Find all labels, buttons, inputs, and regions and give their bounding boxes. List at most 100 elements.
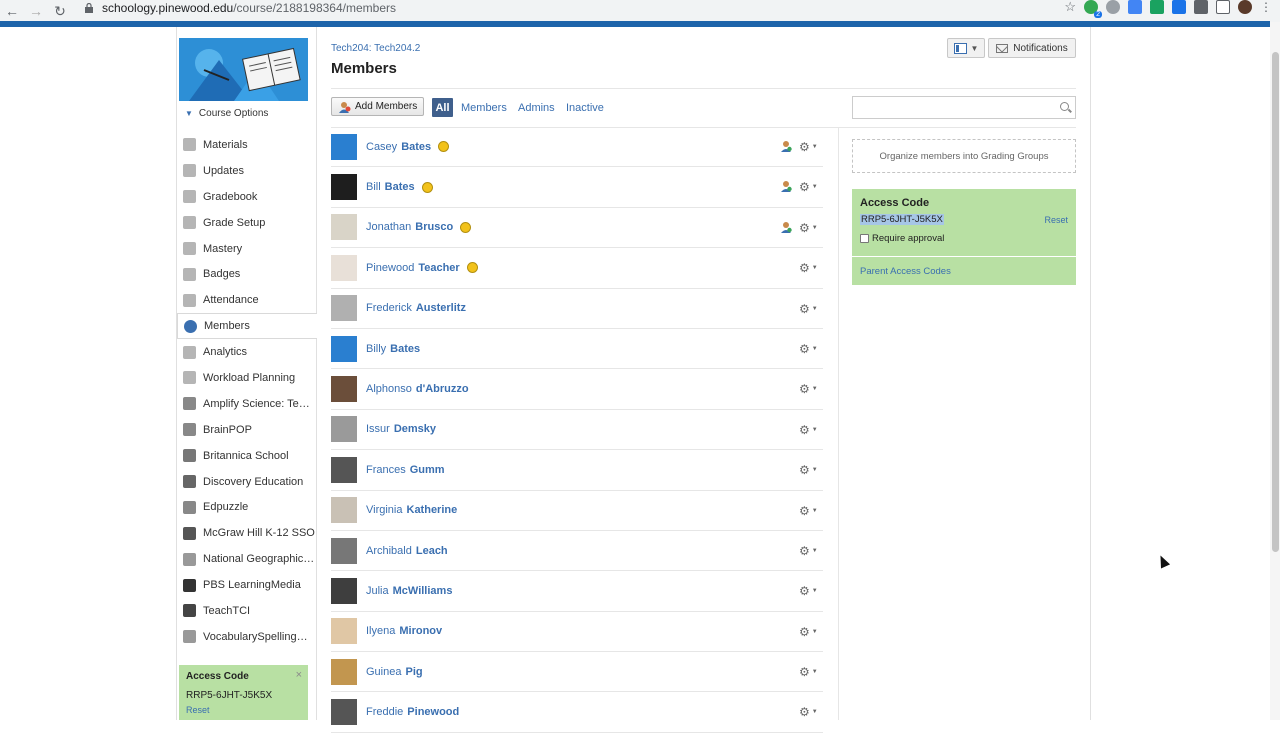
member-name-link[interactable]: Bill Bates (366, 181, 433, 193)
member-actions-gear-icon[interactable]: ⚙ ▼ (799, 705, 818, 719)
access-code-reset-link[interactable]: Reset (1044, 215, 1068, 225)
tab-inactive[interactable]: Inactive (566, 102, 604, 114)
member-name-link[interactable]: Jonathan Brusco (366, 221, 472, 233)
search-icon[interactable] (1060, 102, 1069, 111)
course-options-toggle[interactable]: ▼ Course Options (185, 108, 268, 119)
avatar[interactable] (331, 376, 357, 403)
avatar[interactable] (331, 658, 357, 685)
sidebar-item-analytics[interactable]: Analytics (177, 339, 317, 365)
sidebar-access-reset-link[interactable]: Reset (186, 705, 301, 715)
forward-icon[interactable]: → (24, 0, 48, 22)
member-actions-gear-icon[interactable]: ⚙ ▼ (799, 463, 818, 477)
sidebar-item-attendance[interactable]: Attendance (177, 287, 317, 313)
member-actions-gear-icon[interactable]: ⚙ ▼ (799, 180, 818, 194)
member-name-link[interactable]: Pinewood Teacher (366, 262, 478, 274)
member-actions-gear-icon[interactable]: ⚙ ▼ (799, 302, 818, 316)
member-name-link[interactable]: Julia McWilliams (366, 585, 452, 597)
member-actions-gear-icon[interactable]: ⚙ ▼ (799, 382, 818, 396)
sidebar-item-mcgraw-hill-k-12-sso[interactable]: McGraw Hill K-12 SSO (177, 520, 317, 546)
member-name-link[interactable]: Alphonso d'Abruzzo (366, 383, 469, 395)
sidebar-item-badges[interactable]: Badges (177, 261, 317, 287)
member-actions-gear-icon[interactable]: ⚙ ▼ (799, 665, 818, 679)
avatar[interactable] (331, 174, 357, 201)
avatar[interactable] (331, 537, 357, 564)
sidebar-item-teachtci[interactable]: TeachTCI (177, 598, 317, 624)
avatar[interactable] (331, 295, 357, 322)
sidebar-item-members[interactable]: Members (177, 313, 317, 340)
avatar[interactable] (331, 133, 357, 160)
avatar[interactable] (331, 416, 357, 443)
admin-role-icon[interactable] (780, 180, 792, 193)
sidebar-item-mastery[interactable]: Mastery (177, 236, 317, 262)
bookmark-star-icon[interactable]: ☆ (1064, 0, 1076, 14)
sidebar-item-national-geographic-ki[interactable]: National Geographic Ki... (177, 546, 317, 572)
tab-admins[interactable]: Admins (518, 102, 555, 114)
breadcrumb[interactable]: Tech204: Tech204.2 (331, 43, 420, 54)
member-actions-gear-icon[interactable]: ⚙ ▼ (799, 140, 818, 154)
member-actions-gear-icon[interactable]: ⚙ ▼ (799, 625, 818, 639)
member-name-link[interactable]: Archibald Leach (366, 545, 448, 557)
sidebar-item-discovery-education[interactable]: Discovery Education (177, 469, 317, 495)
scrollbar-thumb[interactable] (1272, 52, 1279, 552)
require-approval-row[interactable]: Require approval (860, 233, 1068, 244)
member-name-link[interactable]: Casey Bates (366, 141, 450, 153)
member-name-link[interactable]: Freddie Pinewood (366, 706, 459, 718)
close-icon[interactable]: × (296, 669, 302, 681)
avatar[interactable] (331, 699, 357, 726)
view-options-button[interactable]: ▼ (947, 38, 985, 58)
address-bar[interactable]: schoology.pinewood.edu/course/2188198364… (84, 0, 396, 16)
member-name-link[interactable]: Virginia Katherine (366, 504, 457, 516)
member-actions-gear-icon[interactable]: ⚙ ▼ (799, 544, 818, 558)
grading-groups-button[interactable]: Organize members into Grading Groups (852, 139, 1076, 173)
extension-teal-icon[interactable] (1150, 0, 1164, 14)
back-icon[interactable]: ← (0, 0, 24, 22)
member-name-link[interactable]: Frederick Austerlitz (366, 302, 466, 314)
member-name-link[interactable]: Ilyena Mironov (366, 625, 442, 637)
require-approval-checkbox[interactable] (860, 234, 869, 243)
kebab-menu-icon[interactable]: ⋮ (1260, 0, 1272, 14)
tab-members[interactable]: Members (461, 102, 507, 114)
notifications-button[interactable]: Notifications (988, 38, 1076, 58)
sidebar-item-workload-planning[interactable]: Workload Planning (177, 365, 317, 391)
sidebar-item-amplify-science-teach[interactable]: Amplify Science: Teach... (177, 391, 317, 417)
member-name-link[interactable]: Issur Demsky (366, 423, 436, 435)
sidebar-item-pbs-learningmedia[interactable]: PBS LearningMedia (177, 572, 317, 598)
sidebar-item-vocabularyspellingcity[interactable]: VocabularySpellingCity (177, 624, 317, 650)
member-actions-gear-icon[interactable]: ⚙ ▼ (799, 423, 818, 437)
avatar[interactable] (331, 214, 357, 241)
member-name-link[interactable]: Billy Bates (366, 343, 420, 355)
avatar[interactable] (331, 618, 357, 645)
member-search-input[interactable] (852, 96, 1076, 119)
admin-role-icon[interactable] (780, 221, 792, 233)
avatar[interactable] (331, 456, 357, 483)
sidebar-item-edpuzzle[interactable]: Edpuzzle (177, 494, 317, 520)
sidebar-item-grade-setup[interactable]: Grade Setup (177, 210, 317, 236)
cast-icon[interactable] (1216, 0, 1230, 14)
member-actions-gear-icon[interactable]: ⚙ ▼ (799, 504, 818, 518)
download-icon[interactable] (1172, 0, 1186, 14)
admin-role-icon[interactable] (780, 140, 792, 152)
member-actions-gear-icon[interactable]: ⚙ ▼ (799, 342, 818, 356)
member-name-link[interactable]: Guinea Pig (366, 666, 423, 678)
avatar[interactable] (331, 254, 357, 281)
reload-icon[interactable]: ↻ (48, 0, 72, 22)
extension-green-icon[interactable]: 2 (1084, 0, 1102, 18)
profile-avatar[interactable] (1238, 0, 1252, 14)
add-members-button[interactable]: Add Members (331, 97, 424, 116)
sidebar-item-materials[interactable]: Materials (177, 132, 317, 158)
puzzle-icon[interactable] (1194, 0, 1208, 14)
sidebar-item-brainpop[interactable]: BrainPOP (177, 417, 317, 443)
page-scrollbar[interactable] (1270, 22, 1280, 720)
sidebar-item-gradebook[interactable]: Gradebook (177, 184, 317, 210)
member-actions-gear-icon[interactable]: ⚙ ▼ (799, 261, 818, 275)
sidebar-item-updates[interactable]: Updates (177, 158, 317, 184)
tab-all[interactable]: All (432, 98, 453, 117)
avatar[interactable] (331, 335, 357, 362)
member-actions-gear-icon[interactable]: ⚙ ▼ (799, 221, 818, 235)
avatar[interactable] (331, 577, 357, 604)
sidebar-item-britannica-school[interactable]: Britannica School (177, 443, 317, 469)
member-name-link[interactable]: Frances Gumm (366, 464, 445, 476)
member-actions-gear-icon[interactable]: ⚙ ▼ (799, 584, 818, 598)
parent-access-codes-link[interactable]: Parent Access Codes (852, 257, 1076, 285)
access-code-value[interactable]: RRP5-6JHT-J5K5X (860, 214, 944, 225)
